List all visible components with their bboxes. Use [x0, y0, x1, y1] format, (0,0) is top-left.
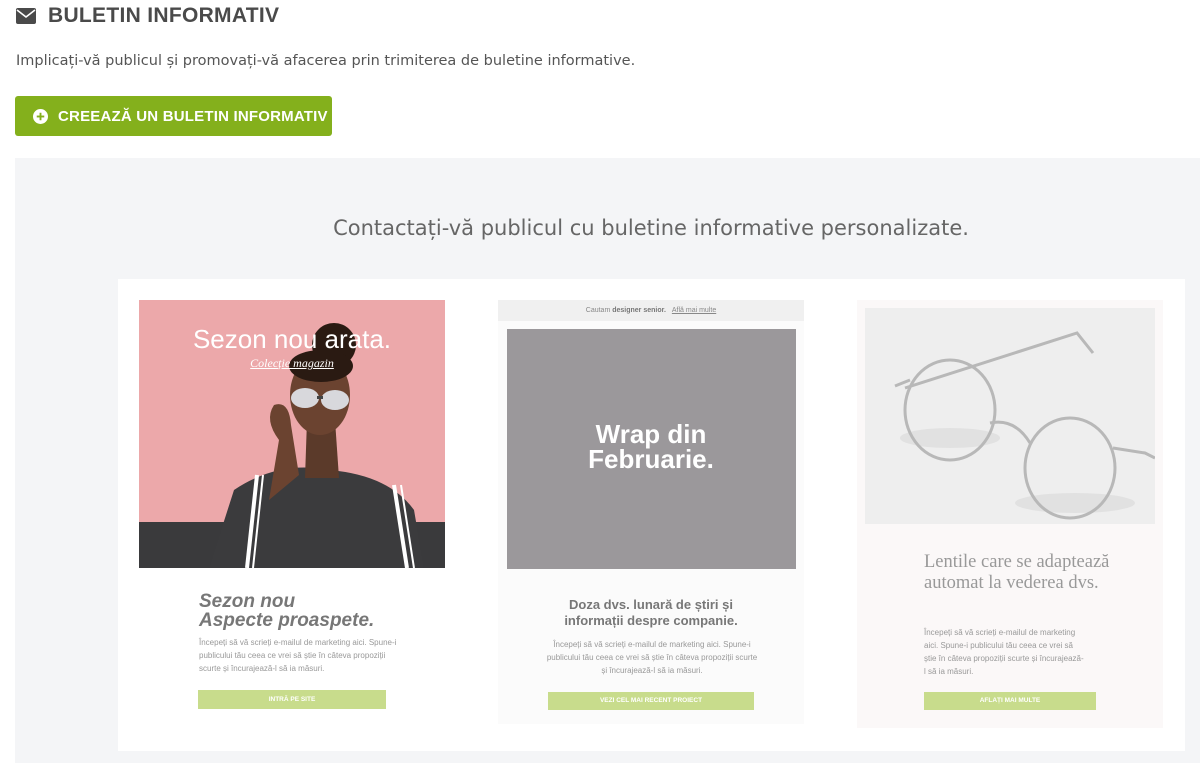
template-hero-subtitle: Colecție magazin: [250, 356, 334, 370]
top-bar-prefix: Cautam: [585, 307, 611, 314]
template-hero-image: [865, 308, 1155, 524]
top-bar-link: Află mai multe: [671, 307, 717, 314]
plus-circle-icon: [33, 108, 48, 124]
template-card-lenses[interactable]: Lentile care se adaptează automat la ved…: [857, 300, 1163, 728]
template-hero-title: Sezon nou arata.: [192, 324, 392, 354]
template-card-season[interactable]: Sezon nou arata. Colecție magazin Sezon …: [139, 300, 445, 724]
template-cta-button: INTRĂ PE SITE: [198, 690, 386, 709]
hero-title-line: Februarie.: [588, 444, 714, 474]
eyeglasses-photo: [894, 331, 1155, 520]
template-heading: Sezon nou Aspecte proaspete.: [199, 592, 439, 630]
template-heading-line: Aspecte proaspete.: [199, 610, 375, 631]
template-heading: Lentile care se adaptează automat la ved…: [924, 552, 1110, 593]
page-subtitle: Implicați-vă publicul și promovați-vă af…: [16, 53, 636, 69]
template-cta-button: VEZI CEL MAI RECENT PROIECT: [548, 692, 754, 710]
page-header: BULETIN INFORMATIV: [16, 4, 279, 28]
template-body-text: Începeți să vă scrieți e-mailul de marke…: [546, 640, 758, 675]
page-title: BULETIN INFORMATIV: [48, 4, 280, 27]
template-heading-line: Doza dvs. lunară de știri și: [569, 597, 733, 612]
create-newsletter-button[interactable]: CREEAZĂ UN BULETIN INFORMATIV: [15, 96, 332, 136]
template-body-text: Începeți să vă scrieți e-mailul de marke…: [199, 638, 397, 673]
panel-title: Contactați-vă publicul cu buletine infor…: [333, 216, 969, 240]
template-top-bar: Cautam designer senior. Află mai multe: [498, 300, 804, 321]
template-cta-button: AFLAȚI MAI MULTE: [924, 692, 1096, 710]
template-hero-title: Wrap din Februarie.: [498, 421, 804, 474]
template-card-wrap[interactable]: Cautam designer senior. Află mai multe W…: [498, 300, 804, 724]
envelope-icon: [16, 8, 36, 24]
create-newsletter-label: CREEAZĂ UN BULETIN INFORMATIV: [58, 107, 328, 125]
template-heading-line: informații despre companie.: [564, 613, 738, 628]
template-hero-image: Sezon nou arata. Colecție magazin: [139, 300, 445, 568]
template-body-text: Începeți să vă scrieți e-mailul de marke…: [924, 628, 1084, 676]
top-bar-bold: designer senior.: [612, 307, 666, 314]
template-heading: Doza dvs. lunară de știri și informații …: [498, 597, 804, 629]
template-heading-line: Sezon nou: [199, 591, 296, 612]
